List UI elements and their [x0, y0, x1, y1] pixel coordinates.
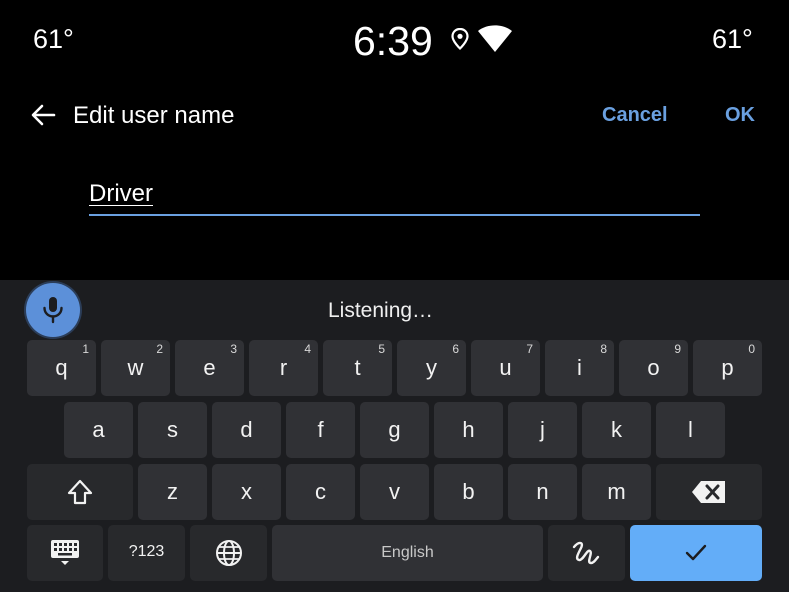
key-c[interactable]: c — [286, 464, 355, 520]
microphone-icon — [43, 297, 63, 324]
key-g[interactable]: g — [360, 402, 429, 458]
key-label: c — [315, 479, 326, 504]
key-hint: 1 — [82, 342, 89, 356]
key-j[interactable]: j — [508, 402, 577, 458]
key-o[interactable]: o 9 — [619, 340, 688, 396]
key-t[interactable]: t 5 — [323, 340, 392, 396]
symbols-key-label: ?123 — [128, 543, 165, 560]
key-hint: 7 — [526, 342, 533, 356]
key-hint: 4 — [304, 342, 311, 356]
enter-key[interactable] — [630, 525, 762, 581]
key-e[interactable]: e 3 — [175, 340, 244, 396]
key-label: y — [426, 355, 437, 380]
back-arrow-icon[interactable] — [30, 102, 56, 128]
shift-icon — [67, 479, 93, 505]
key-hint: 9 — [674, 342, 681, 356]
key-label: k — [611, 417, 622, 442]
key-w[interactable]: w 2 — [101, 340, 170, 396]
key-i[interactable]: i 8 — [545, 340, 614, 396]
key-label: g — [388, 417, 401, 442]
handwriting-icon — [572, 541, 600, 565]
key-hint: 2 — [156, 342, 163, 356]
key-u[interactable]: u 7 — [471, 340, 540, 396]
key-q[interactable]: q 1 — [27, 340, 96, 396]
backspace-icon — [692, 481, 725, 503]
space-bar-label: English — [381, 544, 434, 561]
key-label: x — [241, 479, 252, 504]
key-label: m — [607, 479, 626, 504]
key-x[interactable]: x — [212, 464, 281, 520]
language-key[interactable] — [190, 525, 267, 581]
ok-button[interactable]: OK — [725, 104, 755, 127]
key-label: j — [540, 417, 545, 442]
key-s[interactable]: s — [138, 402, 207, 458]
key-label: s — [167, 417, 178, 442]
key-label: n — [536, 479, 549, 504]
user-name-input[interactable]: Driver — [89, 180, 700, 216]
key-l[interactable]: l — [656, 402, 725, 458]
key-hint: 8 — [600, 342, 607, 356]
status-bar: 61° 6:39 61° — [0, 0, 789, 80]
key-label: l — [688, 417, 693, 442]
key-a[interactable]: a — [64, 402, 133, 458]
key-h[interactable]: h — [434, 402, 503, 458]
user-name-value: Driver — [89, 180, 153, 207]
key-label: b — [462, 479, 475, 504]
key-label: q — [55, 355, 68, 380]
space-bar[interactable]: English — [272, 525, 543, 581]
on-screen-keyboard: Listening… q 1 w 2 e 3 r 4 t 5 y 6 u 7 i… — [0, 280, 789, 592]
voice-input-button[interactable] — [26, 283, 80, 337]
app-bar: Edit user name Cancel OK — [0, 90, 789, 142]
key-label: u — [499, 355, 512, 380]
key-label: a — [92, 417, 105, 442]
keyboard-switch-key[interactable] — [27, 525, 103, 581]
backspace-key[interactable] — [656, 464, 762, 520]
page-title: Edit user name — [73, 102, 235, 129]
key-label: r — [279, 355, 288, 380]
key-f[interactable]: f — [286, 402, 355, 458]
keyboard-icon — [51, 540, 79, 565]
key-hint: 3 — [230, 342, 237, 356]
cancel-button[interactable]: Cancel — [602, 104, 668, 127]
key-k[interactable]: k — [582, 402, 651, 458]
key-hint: 6 — [452, 342, 459, 356]
key-y[interactable]: y 6 — [397, 340, 466, 396]
key-z[interactable]: z — [138, 464, 207, 520]
key-r[interactable]: r 4 — [249, 340, 318, 396]
voice-status-text: Listening… — [328, 299, 434, 322]
key-label: v — [389, 479, 400, 504]
key-d[interactable]: d — [212, 402, 281, 458]
screen: 61° 6:39 61° Edit user name Cancel OK Dr… — [0, 0, 789, 592]
key-label: w — [127, 355, 144, 380]
outside-temperature-right: 61° — [712, 24, 753, 54]
key-hint: 0 — [748, 342, 755, 356]
key-label: h — [462, 417, 475, 442]
symbols-key[interactable]: ?123 — [108, 525, 185, 581]
handwriting-key[interactable] — [548, 525, 625, 581]
key-label: i — [577, 355, 582, 380]
key-label: f — [317, 417, 324, 442]
key-n[interactable]: n — [508, 464, 577, 520]
checkmark-icon — [685, 544, 707, 561]
key-label: t — [354, 355, 361, 380]
wifi-icon — [477, 25, 513, 58]
key-label: o — [647, 355, 660, 380]
key-v[interactable]: v — [360, 464, 429, 520]
location-pin-icon — [451, 27, 469, 55]
key-hint: 5 — [378, 342, 385, 356]
key-label: d — [240, 417, 253, 442]
key-label: z — [167, 479, 178, 504]
key-p[interactable]: p 0 — [693, 340, 762, 396]
outside-temperature-left: 61° — [33, 24, 74, 54]
key-b[interactable]: b — [434, 464, 503, 520]
key-m[interactable]: m — [582, 464, 651, 520]
key-label: p — [721, 355, 734, 380]
key-label: e — [203, 355, 216, 380]
clock: 6:39 — [353, 18, 433, 64]
shift-key[interactable] — [27, 464, 133, 520]
globe-icon — [216, 540, 242, 566]
